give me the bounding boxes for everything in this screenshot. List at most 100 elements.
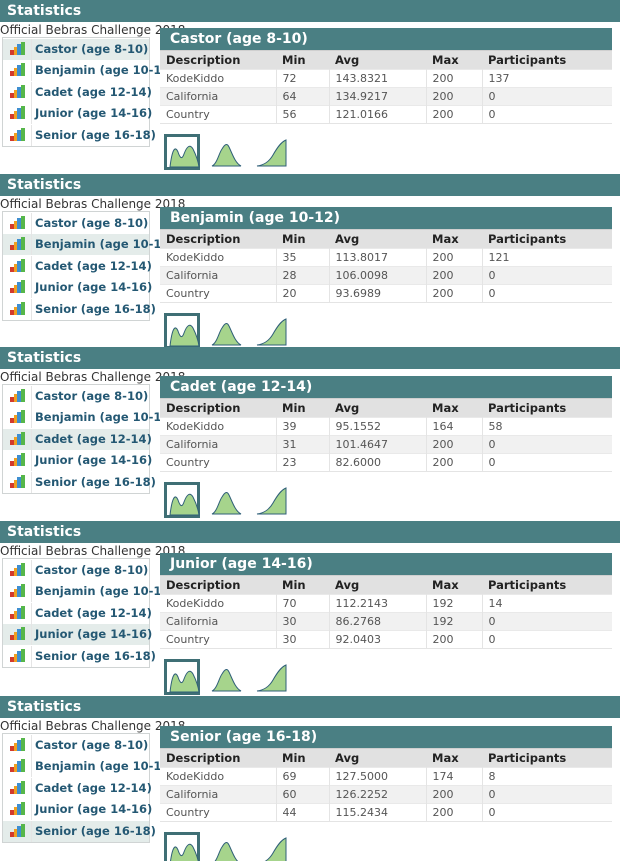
bell-graph-button[interactable] bbox=[209, 661, 243, 695]
table-cell: 174 bbox=[426, 767, 483, 786]
column-header-avg: Avg bbox=[329, 229, 426, 249]
stats-table: Description Min Avg Max Participants KodeKidd… bbox=[160, 229, 612, 303]
sidebar-item-castor[interactable]: Castor (age 8-10) bbox=[3, 734, 149, 756]
bar-chart-icon bbox=[10, 410, 25, 423]
sidebar-divider bbox=[31, 60, 32, 81]
column-header-participants: Participants bbox=[482, 229, 612, 249]
sidebar-item-cadet[interactable]: Cadet (age 12-14) bbox=[3, 777, 152, 799]
table-cell: 64 bbox=[276, 87, 330, 106]
sidebar-divider bbox=[31, 407, 32, 428]
sidebar-item-junior[interactable]: Junior (age 14-16) bbox=[3, 103, 152, 124]
column-header-max: Max bbox=[426, 50, 482, 70]
sidebar-item-junior[interactable]: Junior (age 14-16) bbox=[3, 277, 152, 298]
table-row: KodeKiddo 70 112.2143 192 14 bbox=[160, 594, 612, 613]
bar-chart-icon bbox=[10, 280, 25, 293]
column-header-participants: Participants bbox=[482, 575, 612, 595]
bell-graph-button[interactable] bbox=[209, 484, 243, 518]
sidebar-item-senior[interactable]: Senior (age 16-18) bbox=[3, 645, 156, 667]
stats-panel: Benjamin (age 10-12) Description Min Avg Max… bbox=[160, 207, 612, 303]
sidebar-item-label: Senior (age 16-18) bbox=[35, 474, 156, 489]
table-cell: 126.2252 bbox=[329, 785, 427, 804]
cumulative-graph-button[interactable] bbox=[254, 661, 288, 695]
sidebar-item-label: Cadet (age 12-14) bbox=[35, 605, 152, 620]
sidebar-item-senior[interactable]: Senior (age 16-18) bbox=[3, 298, 156, 320]
bar-chart-icon bbox=[10, 431, 25, 445]
table-cell: 35 bbox=[276, 248, 330, 267]
sidebar-item-benjamin[interactable]: Benjamin (age 10-12) bbox=[3, 234, 175, 255]
sidebar-item-label: Benjamin (age 10-12) bbox=[35, 63, 175, 77]
table-row: California 64 134.9217 200 0 bbox=[160, 87, 612, 106]
sidebar-item-castor[interactable]: Castor (age 8-10) bbox=[3, 559, 149, 581]
sidebar-item-castor[interactable]: Castor (age 8-10) bbox=[3, 385, 149, 407]
sidebar-item-junior[interactable]: Junior (age 14-16) bbox=[3, 624, 152, 645]
bell-graph-button[interactable] bbox=[209, 136, 243, 170]
table-cell: 30 bbox=[276, 630, 330, 649]
sidebar-item-label: Castor (age 8-10) bbox=[35, 41, 149, 56]
table-cell: 106.0098 bbox=[329, 266, 427, 285]
table-cell: 86.2768 bbox=[329, 612, 427, 631]
stats-panel: Junior (age 14-16) Description Min Avg Max Pa… bbox=[160, 553, 612, 649]
section-title: Statistics bbox=[0, 0, 620, 22]
stats-panel: Cadet (age 12-14) Description Min Avg Max Par… bbox=[160, 376, 612, 472]
distribution-graph-button[interactable] bbox=[164, 832, 200, 861]
sidebar-item-senior[interactable]: Senior (age 16-18) bbox=[3, 124, 156, 146]
sidebar-item-cadet[interactable]: Cadet (age 12-14) bbox=[3, 255, 152, 277]
table-cell: 192 bbox=[426, 612, 483, 631]
sidebar-item-junior[interactable]: Junior (age 14-16) bbox=[3, 450, 152, 471]
sidebar-divider bbox=[31, 428, 32, 450]
table-row: California 60 126.2252 200 0 bbox=[160, 785, 612, 804]
sidebar-divider bbox=[31, 103, 32, 124]
section-title: Statistics bbox=[0, 174, 620, 196]
sidebar-item-castor[interactable]: Castor (age 8-10) bbox=[3, 212, 149, 234]
cumulative-graph-button[interactable] bbox=[254, 834, 288, 861]
sidebar-item-label: Benjamin (age 10-12) bbox=[35, 584, 175, 598]
distribution-graph-button[interactable] bbox=[164, 659, 200, 695]
distribution-graph-button[interactable] bbox=[164, 134, 200, 170]
table-cell: 200 bbox=[426, 284, 483, 303]
sidebar-item-senior[interactable]: Senior (age 16-18) bbox=[3, 471, 156, 493]
bar-chart-icon bbox=[10, 106, 25, 119]
sidebar-divider bbox=[31, 734, 32, 756]
cumulative-graph-button[interactable] bbox=[254, 484, 288, 518]
sidebar-divider bbox=[31, 124, 32, 146]
cumulative-graph-button[interactable] bbox=[254, 136, 288, 170]
sidebar-divider bbox=[31, 298, 32, 320]
sidebar-item-benjamin[interactable]: Benjamin (age 10-12) bbox=[3, 581, 175, 602]
table-cell: 200 bbox=[426, 266, 483, 285]
table-cell: Country bbox=[160, 803, 277, 822]
column-header-min: Min bbox=[276, 229, 329, 249]
bar-chart-icon bbox=[10, 823, 25, 837]
sidebar-item-label: Castor (age 8-10) bbox=[35, 562, 149, 577]
column-header-avg: Avg bbox=[329, 398, 426, 418]
table-row: Country 56 121.0166 200 0 bbox=[160, 105, 612, 124]
distribution-graph-button[interactable] bbox=[164, 313, 200, 349]
bar-chart-icon bbox=[10, 258, 25, 272]
sidebar-item-label: Cadet (age 12-14) bbox=[35, 431, 152, 446]
bell-graph-button[interactable] bbox=[209, 315, 243, 349]
sidebar-item-senior[interactable]: Senior (age 16-18) bbox=[3, 820, 156, 842]
column-header-description: Description bbox=[160, 50, 276, 70]
distribution-graph-button[interactable] bbox=[164, 482, 200, 518]
table-cell: 143.8321 bbox=[329, 69, 427, 88]
table-cell: KodeKiddo bbox=[160, 248, 277, 267]
table-cell: California bbox=[160, 435, 277, 454]
sidebar-item-label: Cadet (age 12-14) bbox=[35, 84, 152, 99]
sidebar-item-benjamin[interactable]: Benjamin (age 10-12) bbox=[3, 60, 175, 81]
sidebar-item-benjamin[interactable]: Benjamin (age 10-12) bbox=[3, 407, 175, 428]
sidebar-item-cadet[interactable]: Cadet (age 12-14) bbox=[3, 81, 152, 103]
table-cell: 200 bbox=[426, 630, 483, 649]
sidebar-item-benjamin[interactable]: Benjamin (age 10-12) bbox=[3, 756, 175, 777]
sidebar-item-castor[interactable]: Castor (age 8-10) bbox=[3, 38, 149, 60]
bell-graph-button[interactable] bbox=[209, 834, 243, 861]
table-cell: 134.9217 bbox=[329, 87, 427, 106]
table-cell: 0 bbox=[482, 630, 612, 649]
bar-chart-icon bbox=[10, 388, 25, 402]
sidebar-item-label: Castor (age 8-10) bbox=[35, 737, 149, 752]
category-sidebar: Castor (age 8-10) Benjamin (age 10-12) Cad… bbox=[2, 384, 175, 494]
cumulative-graph-button[interactable] bbox=[254, 315, 288, 349]
sidebar-item-cadet[interactable]: Cadet (age 12-14) bbox=[3, 428, 152, 450]
sidebar-item-cadet[interactable]: Cadet (age 12-14) bbox=[3, 602, 152, 624]
column-header-participants: Participants bbox=[482, 50, 612, 70]
sidebar-item-junior[interactable]: Junior (age 14-16) bbox=[3, 799, 152, 820]
stats-table: Description Min Avg Max Participants KodeKidd… bbox=[160, 748, 612, 822]
